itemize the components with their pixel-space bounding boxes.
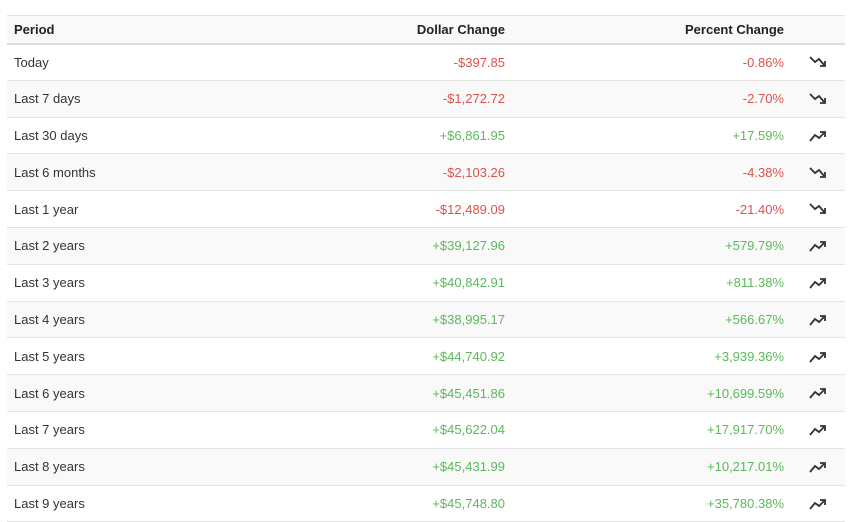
percent-change-cell: -4.38% — [742, 164, 784, 180]
trending-up-icon — [808, 238, 828, 254]
period-cell: Last 4 years — [14, 311, 85, 327]
column-header-trend — [791, 16, 845, 44]
trend-cell — [791, 227, 845, 264]
trending-up-icon — [808, 128, 828, 144]
table-row: Today -$397.85 -0.86% — [7, 44, 845, 81]
column-header-percent-change: Percent Change — [685, 21, 784, 37]
trending-down-icon — [808, 54, 828, 70]
table-row: Last 30 days +$6,861.95 +17.59% — [7, 117, 845, 154]
column-header-period: Period — [14, 21, 55, 37]
period-cell: Last 5 years — [14, 348, 85, 364]
period-cell: Today — [14, 54, 49, 70]
dollar-change-cell: +$44,740.92 — [432, 348, 505, 364]
percent-change-cell: +35,780.38% — [707, 495, 784, 511]
table-body: Today -$397.85 -0.86% Last 7 days -$1,272.72… — [7, 44, 845, 522]
table-row: Last 6 years +$45,451.86 +10,699.59% — [7, 374, 845, 412]
table-row: Last 1 year -$12,489.09 -21.40% — [7, 191, 845, 228]
percent-change-cell: +10,699.59% — [707, 385, 784, 401]
percent-change-cell: +17,917.70% — [707, 422, 784, 438]
performance-panel: Period Dollar Change Percent Change Toda… — [0, 0, 850, 522]
dollar-change-cell: +$39,127.96 — [432, 238, 505, 254]
percent-change-cell: +17.59% — [732, 127, 784, 143]
table-header: Period Dollar Change Percent Change — [7, 15, 845, 44]
header-row: Period Dollar Change Percent Change — [7, 15, 845, 44]
period-cell: Last 6 years — [14, 385, 85, 401]
dollar-change-cell: +$45,451.86 — [432, 385, 505, 401]
trending-up-icon — [808, 312, 828, 328]
table-row: Last 3 years +$40,842.91 +811.38% — [7, 264, 845, 302]
percent-change-cell: +579.79% — [725, 238, 784, 254]
table-row: Last 9 years +$45,748.80 +35,780.38% — [7, 485, 845, 522]
table-row: Last 4 years +$38,995.17 +566.67% — [7, 301, 845, 338]
trend-cell — [791, 117, 845, 154]
trending-up-icon — [808, 459, 828, 475]
trend-cell — [791, 301, 845, 338]
period-cell: Last 2 years — [14, 238, 85, 254]
percent-change-cell: -0.86% — [742, 54, 784, 70]
period-cell: Last 9 years — [14, 495, 85, 511]
trend-cell — [791, 338, 845, 375]
price-change-table: Period Dollar Change Percent Change Toda… — [7, 15, 845, 522]
table-row: Last 6 months -$2,103.26 -4.38% — [7, 153, 845, 191]
trend-cell — [791, 44, 845, 81]
period-cell: Last 7 years — [14, 422, 85, 438]
period-cell: Last 8 years — [14, 459, 85, 475]
trending-up-icon — [808, 349, 828, 365]
period-cell: Last 30 days — [14, 127, 88, 143]
table-row: Last 2 years +$39,127.96 +579.79% — [7, 227, 845, 265]
dollar-change-cell: +$6,861.95 — [439, 127, 505, 143]
dollar-change-cell: -$2,103.26 — [442, 164, 505, 180]
trend-cell — [791, 411, 845, 448]
column-header-dollar-change: Dollar Change — [416, 21, 505, 37]
percent-change-cell: -21.40% — [735, 201, 784, 217]
percent-change-cell: +3,939.36% — [714, 348, 784, 364]
trend-cell — [791, 191, 845, 228]
trend-cell — [791, 448, 845, 485]
trending-down-icon — [808, 91, 828, 107]
percent-change-cell: +811.38% — [726, 275, 784, 291]
trending-down-icon — [808, 165, 828, 181]
percent-change-cell: +566.67% — [725, 311, 784, 327]
trending-up-icon — [808, 275, 828, 291]
table-row: Last 5 years +$44,740.92 +3,939.36% — [7, 338, 845, 375]
trending-down-icon — [808, 201, 828, 217]
trend-cell — [791, 264, 845, 301]
trending-up-icon — [808, 385, 828, 401]
period-cell: Last 3 years — [14, 275, 85, 291]
trending-up-icon — [808, 496, 828, 512]
dollar-change-cell: -$12,489.09 — [435, 201, 505, 217]
table-row: Last 7 days -$1,272.72 -2.70% — [7, 80, 845, 118]
period-cell: Last 6 months — [14, 164, 96, 180]
dollar-change-cell: +$40,842.91 — [432, 275, 505, 291]
percent-change-cell: +10,217.01% — [707, 459, 784, 475]
dollar-change-cell: +$45,748.80 — [432, 495, 505, 511]
period-cell: Last 1 year — [14, 201, 79, 217]
dollar-change-cell: +$45,431.99 — [432, 459, 505, 475]
trend-cell — [791, 375, 845, 412]
trend-cell — [791, 485, 845, 522]
dollar-change-cell: +$45,622.04 — [432, 422, 505, 438]
period-cell: Last 7 days — [14, 91, 81, 107]
trend-cell — [791, 80, 845, 117]
table-row: Last 7 years +$45,622.04 +17,917.70% — [7, 411, 845, 449]
trending-up-icon — [808, 422, 828, 438]
dollar-change-cell: -$397.85 — [453, 54, 505, 70]
table-row: Last 8 years +$45,431.99 +10,217.01% — [7, 448, 845, 486]
dollar-change-cell: -$1,272.72 — [442, 91, 505, 107]
dollar-change-cell: +$38,995.17 — [432, 311, 505, 327]
trend-cell — [791, 154, 845, 191]
percent-change-cell: -2.70% — [742, 91, 784, 107]
